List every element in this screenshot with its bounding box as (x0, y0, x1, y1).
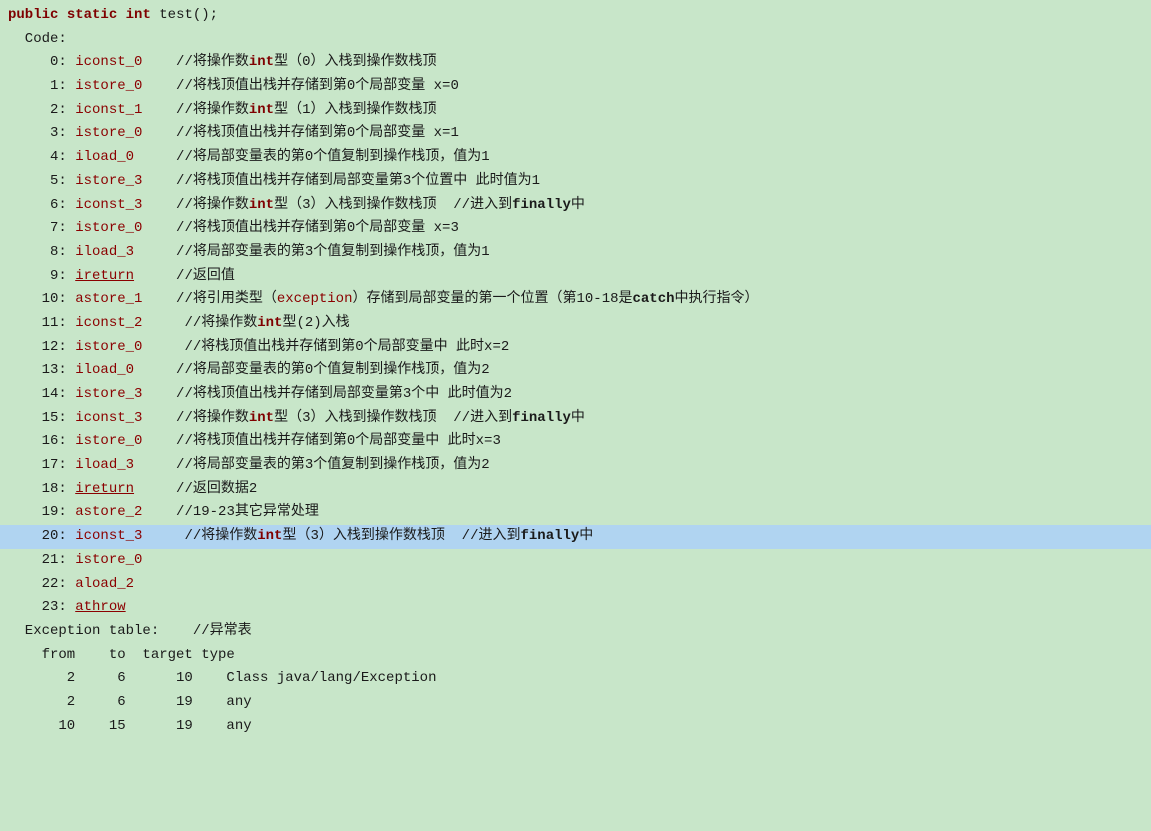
line-8: 8: iload_3 //将局部变量表的第3个值复制到操作栈顶，值为1 (0, 241, 1151, 265)
line-14: 14: istore_3 //将栈顶值出栈并存储到局部变量第3个中 此时值为2 (0, 383, 1151, 407)
line-5: 5: istore_3 //将栈顶值出栈并存储到局部变量第3个位置中 此时值为1 (0, 170, 1151, 194)
line-21: 21: istore_0 (0, 549, 1151, 573)
line-9: 9: ireturn //返回值 (0, 265, 1151, 289)
code-label: Code: (0, 28, 1151, 52)
line-20: 20: iconst_3 //将操作数int型（3）入栈到操作数栈顶 //进入到… (0, 525, 1151, 549)
exception-row-3: 10 15 19 any (0, 715, 1151, 739)
header-line: public static int test(); (0, 4, 1151, 28)
line-4: 4: iload_0 //将局部变量表的第0个值复制到操作栈顶，值为1 (0, 146, 1151, 170)
line-12: 12: istore_0 //将栈顶值出栈并存储到第0个局部变量中 此时x=2 (0, 336, 1151, 360)
line-23: 23: athrow (0, 596, 1151, 620)
line-17: 17: iload_3 //将局部变量表的第3个值复制到操作栈顶，值为2 (0, 454, 1151, 478)
line-2: 2: iconst_1 //将操作数int型（1）入栈到操作数栈顶 (0, 99, 1151, 123)
exception-row-2: 2 6 19 any (0, 691, 1151, 715)
exception-table-label: Exception table: //异常表 (0, 620, 1151, 644)
line-18: 18: ireturn //返回数据2 (0, 478, 1151, 502)
line-1: 1: istore_0 //将栈顶值出栈并存储到第0个局部变量 x=0 (0, 75, 1151, 99)
exception-table-header: from to target type (0, 644, 1151, 668)
line-19: 19: astore_2 //19-23其它异常处理 (0, 501, 1151, 525)
code-container: public static int test(); Code: 0: icons… (0, 0, 1151, 831)
line-13: 13: iload_0 //将局部变量表的第0个值复制到操作栈顶，值为2 (0, 359, 1151, 383)
line-10: 10: astore_1 //将引用类型（exception）存储到局部变量的第… (0, 288, 1151, 312)
line-0: 0: iconst_0 //将操作数int型（0）入栈到操作数栈顶 (0, 51, 1151, 75)
line-6: 6: iconst_3 //将操作数int型（3）入栈到操作数栈顶 //进入到f… (0, 194, 1151, 218)
line-15: 15: iconst_3 //将操作数int型（3）入栈到操作数栈顶 //进入到… (0, 407, 1151, 431)
line-3: 3: istore_0 //将栈顶值出栈并存储到第0个局部变量 x=1 (0, 122, 1151, 146)
line-7: 7: istore_0 //将栈顶值出栈并存储到第0个局部变量 x=3 (0, 217, 1151, 241)
line-16: 16: istore_0 //将栈顶值出栈并存储到第0个局部变量中 此时x=3 (0, 430, 1151, 454)
line-11: 11: iconst_2 //将操作数int型(2)入栈 (0, 312, 1151, 336)
exception-row-1: 2 6 10 Class java/lang/Exception (0, 667, 1151, 691)
line-22: 22: aload_2 (0, 573, 1151, 597)
